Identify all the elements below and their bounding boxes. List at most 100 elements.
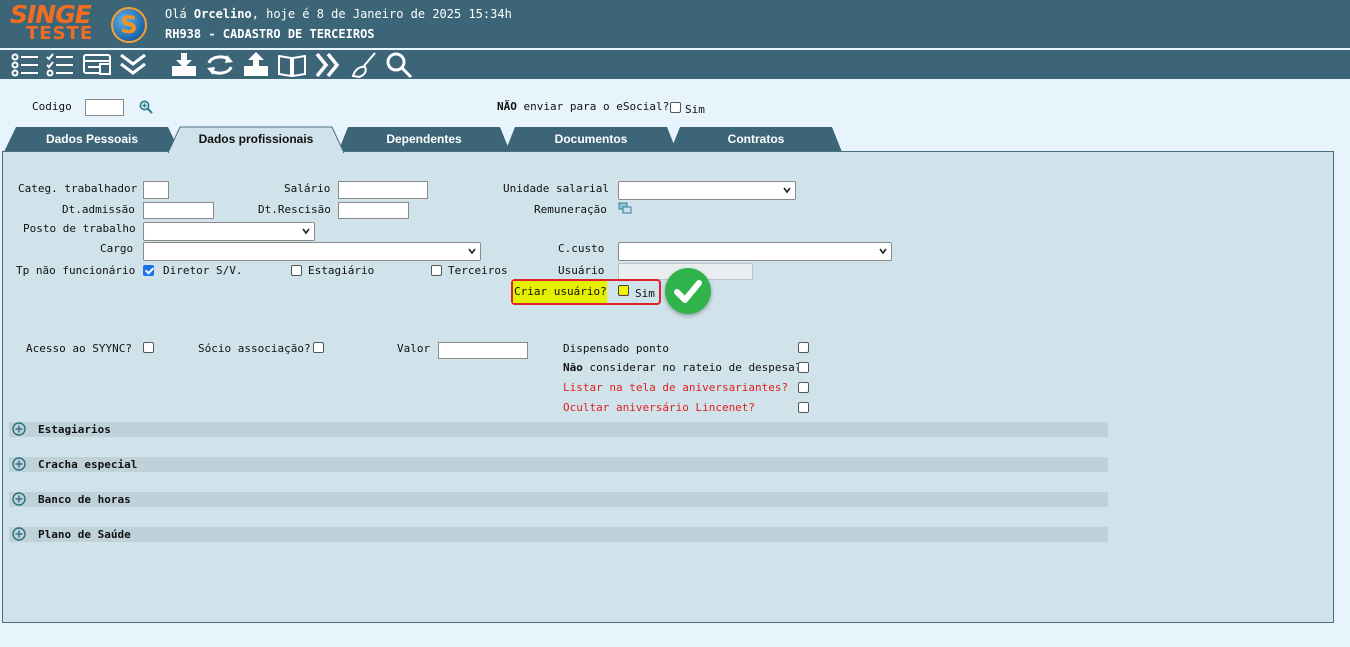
cargo-label: Cargo [100,242,134,255]
greeting: Olá Orcelino, hoje é 8 de Janeiro de 202… [165,7,512,21]
greeting-suffix: , hoje é 8 de Janeiro de 2025 15:34h [251,7,512,21]
chevron-down-icon [468,248,476,255]
acesso-label: Acesso ao SYYNC? [26,342,132,355]
socio-checkbox[interactable] [313,342,324,353]
ocultar-aniversario-checkbox[interactable] [798,402,809,413]
logo-s-letter: S [120,11,138,39]
broom-icon[interactable] [349,52,379,79]
nao-considerar-label: Não considerar no rateio de despesa? [563,361,801,374]
tab-dependentes[interactable]: Dependentes [338,127,510,152]
diretor-checkbox[interactable] [143,265,154,276]
categ-label: Categ. trabalhador [18,182,138,195]
unidade-label: Unidade salarial [503,182,609,195]
esocial-label: NÃO enviar para o eSocial? [497,100,669,113]
valor-label: Valor [397,342,431,355]
ocultar-aniversario-label: Ocultar aniversário Lincenet? [563,401,756,414]
plus-circle-icon [12,527,26,541]
dtrescisao-input[interactable] [338,202,409,219]
section-title: Cracha especial [38,458,138,471]
dtadmissao-label: Dt.admissão [62,203,135,216]
valor-input[interactable] [438,342,528,359]
posto-select[interactable] [143,222,315,241]
criar-usuario-sim-label: Sim [635,287,655,300]
book-icon[interactable] [277,52,307,78]
codigo-input[interactable] [85,99,124,116]
estagiario-label: Estagiário [308,264,375,277]
card-icon[interactable] [82,52,112,78]
plus-circle-icon [12,457,26,471]
dtadmissao-input[interactable] [143,202,214,219]
plus-circle-icon [12,492,26,506]
posto-label: Posto de trabalho [23,222,136,235]
esocial-checkbox[interactable] [670,102,681,113]
chevron-down-icon [879,248,887,255]
codigo-label: Codigo [32,100,72,113]
section-title: Banco de horas [38,493,131,506]
tab-documentos-label: Documentos [554,132,628,146]
dispensado-label: Dispensado ponto [563,342,669,355]
section-title: Plano de Saúde [38,528,131,541]
unidade-select[interactable] [618,181,796,200]
terceiros-checkbox[interactable] [431,265,442,276]
double-chevron-down-icon[interactable] [118,52,148,78]
usuario-label: Usuário [558,264,605,277]
chevron-down-icon [302,228,310,235]
nao-considerar-rest: considerar no rateio de despesa? [582,361,802,374]
logo-s-icon: S [111,7,147,43]
tab-documentos[interactable]: Documentos [505,127,677,152]
dtrescisao-label: Dt.Rescisão [258,203,331,216]
terceiros-label: Terceiros [448,264,508,277]
checklist-icon[interactable] [45,52,75,78]
greeting-user: Orcelino [193,7,252,21]
tp-label: Tp não funcionário [16,264,136,277]
refresh-icon[interactable] [205,52,235,78]
acesso-checkbox[interactable] [143,342,154,353]
criar-usuario-checkbox[interactable] [618,285,629,296]
plus-circle-icon [12,422,26,436]
chevron-down-icon [783,187,791,194]
ccusto-select[interactable] [618,242,892,261]
toolbar [0,50,1350,79]
search-icon[interactable] [384,52,414,79]
greeting-prefix: Olá [165,7,194,21]
tab-dados-profissionais[interactable]: Dados profissionais [168,126,344,153]
dispensado-checkbox[interactable] [798,342,809,353]
logo-teste: TESTE [26,23,94,44]
list-icon[interactable] [10,52,40,78]
esocial-sim-label: Sim [685,103,705,116]
nao-considerar-bold: Não [563,361,583,374]
section-banco-de-horas[interactable]: Banco de horas [9,492,1108,507]
tab-dependentes-label: Dependentes [386,132,462,146]
section-title: Estagiarios [38,423,111,436]
tab-contratos-label: Contratos [727,132,785,146]
tab-dados-pessoais-label: Dados Pessoais [45,132,139,146]
remuneracao-label: Remuneração [534,203,607,216]
criar-usuario-label: Criar usuário? [514,285,607,298]
screen-title: RH938 - CADASTRO DE TERCEIROS [165,27,375,41]
download-icon[interactable] [170,52,200,78]
success-check-icon [665,268,711,314]
listar-aniversariantes-label: Listar na tela de aniversariantes? [563,381,789,394]
categ-input[interactable] [143,181,169,199]
tab-contratos[interactable]: Contratos [670,127,842,152]
nao-considerar-checkbox[interactable] [798,362,809,373]
section-estagiarios[interactable]: Estagiarios [9,422,1108,437]
tab-dados-pessoais[interactable]: Dados Pessoais [4,127,180,152]
listar-aniversariantes-checkbox[interactable] [798,382,809,393]
salario-input[interactable] [338,181,428,199]
double-chevron-right-icon[interactable] [313,52,343,78]
diretor-label: Diretor S/V. [163,264,243,277]
esocial-label-bold: NÃO [497,100,517,113]
upload-icon[interactable] [242,52,272,78]
section-cracha-especial[interactable]: Cracha especial [9,457,1108,472]
cargo-select[interactable] [143,242,481,261]
zoom-search-icon[interactable] [139,100,153,114]
tab-dados-profissionais-label: Dados profissionais [198,132,314,146]
estagiario-checkbox[interactable] [291,265,302,276]
esocial-label-rest: enviar para o eSocial? [516,100,670,113]
ccusto-label: C.custo [558,242,605,255]
socio-label: Sócio associação? [198,342,311,355]
salario-label: Salário [284,182,331,195]
remuneracao-link-icon[interactable] [618,201,633,215]
section-plano-de-saude[interactable]: Plano de Saúde [9,527,1108,542]
